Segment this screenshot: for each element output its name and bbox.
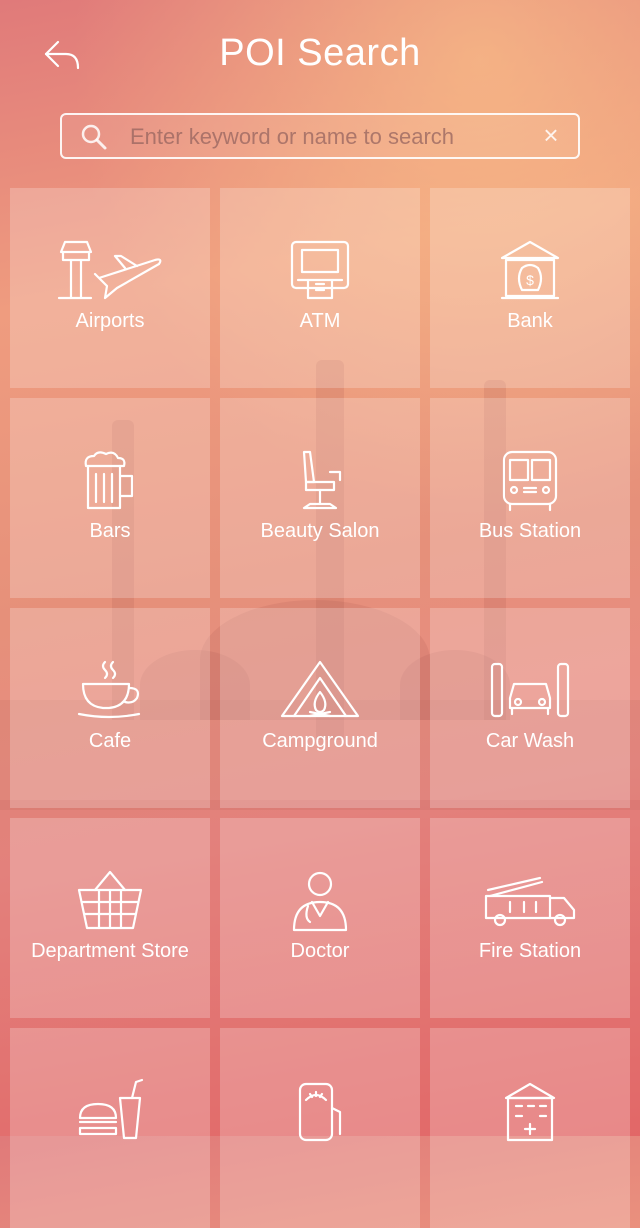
coffee-cup-icon bbox=[77, 660, 141, 719]
category-gas-station[interactable] bbox=[220, 1028, 420, 1228]
category-label: Beauty Salon bbox=[260, 520, 380, 542]
category-label: Doctor bbox=[290, 940, 350, 962]
category-fire-station[interactable]: Fire Station bbox=[430, 818, 630, 1018]
category-label: Bank bbox=[507, 310, 553, 332]
svg-text:$: $ bbox=[526, 272, 534, 288]
category-car-wash[interactable]: Car Wash bbox=[430, 608, 630, 808]
tent-icon bbox=[280, 660, 360, 718]
category-label: Cafe bbox=[88, 730, 132, 752]
category-campground[interactable]: Campground bbox=[220, 608, 420, 808]
category-cafe[interactable]: Cafe bbox=[10, 608, 210, 808]
salon-chair-icon bbox=[302, 450, 342, 510]
category-bus-station[interactable]: Bus Station bbox=[430, 398, 630, 598]
doctor-icon bbox=[292, 871, 348, 932]
category-label: Campground bbox=[262, 730, 378, 752]
gas-pump-icon bbox=[298, 1082, 342, 1142]
category-label: Bus Station bbox=[478, 520, 582, 542]
category-doctor[interactable]: Doctor bbox=[220, 818, 420, 1018]
category-department-store[interactable]: Department Store bbox=[10, 818, 210, 1018]
search-box[interactable]: × bbox=[60, 113, 580, 159]
category-beauty-salon[interactable]: Beauty Salon bbox=[220, 398, 420, 598]
airport-icon bbox=[57, 240, 162, 300]
category-hospital[interactable] bbox=[430, 1028, 630, 1228]
beer-mug-icon bbox=[84, 451, 134, 510]
bank-icon: $ bbox=[500, 240, 560, 300]
category-atm[interactable]: ATM bbox=[220, 188, 420, 388]
shopping-basket-icon bbox=[77, 870, 143, 930]
category-airports[interactable]: Airports bbox=[10, 188, 210, 388]
car-wash-icon bbox=[490, 662, 570, 718]
category-label: Fire Station bbox=[478, 940, 582, 962]
category-label: Airports bbox=[75, 310, 145, 332]
search-icon bbox=[81, 124, 107, 150]
category-bank[interactable]: $ Bank bbox=[430, 188, 630, 388]
category-fast-food[interactable] bbox=[10, 1028, 210, 1228]
atm-icon bbox=[290, 240, 350, 300]
header-bar: POI Search bbox=[0, 0, 640, 110]
fire-truck-icon bbox=[484, 876, 576, 927]
category-label: Department Store bbox=[31, 940, 189, 962]
category-label: Bars bbox=[89, 520, 131, 542]
bus-icon bbox=[502, 450, 558, 512]
fast-food-icon bbox=[78, 1078, 144, 1140]
page-title: POI Search bbox=[219, 32, 421, 74]
hospital-icon bbox=[504, 1082, 556, 1142]
category-label: ATM bbox=[299, 310, 341, 332]
clear-search-button[interactable]: × bbox=[538, 121, 564, 149]
category-label: Car Wash bbox=[485, 730, 575, 752]
category-bars[interactable]: Bars bbox=[10, 398, 210, 598]
search-input[interactable] bbox=[128, 119, 532, 155]
